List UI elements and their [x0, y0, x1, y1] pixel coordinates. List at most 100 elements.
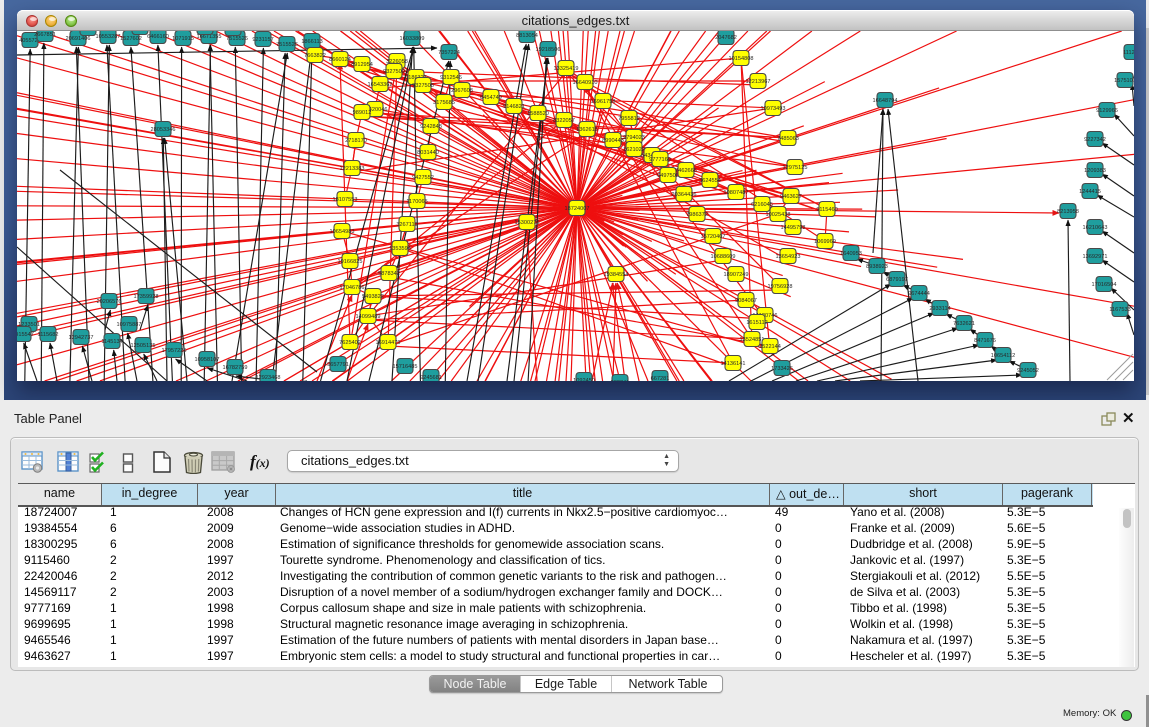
svg-text:8813054: 8813054 — [516, 33, 538, 39]
svg-text:10958107: 10958107 — [195, 357, 220, 363]
svg-text:7625402: 7625402 — [339, 340, 361, 346]
svg-text:9115460: 9115460 — [816, 207, 837, 213]
svg-text:982341: 982341 — [611, 380, 630, 381]
svg-text:7955812: 7955812 — [618, 116, 640, 122]
svg-text:1575107: 1575107 — [1114, 78, 1134, 84]
svg-text:12942737: 12942737 — [69, 335, 94, 341]
svg-text:14136141: 14136141 — [721, 361, 746, 367]
svg-text:8454749: 8454749 — [480, 95, 502, 101]
svg-text:7986372: 7986372 — [686, 212, 708, 218]
svg-text:10025438: 10025438 — [766, 212, 791, 218]
svg-text:8322057: 8322057 — [553, 118, 575, 124]
svg-text:10553287: 10553287 — [96, 34, 121, 40]
svg-text:19218506: 19218506 — [536, 47, 561, 53]
svg-text:16210643: 16210643 — [1083, 225, 1108, 231]
svg-text:2718170: 2718170 — [345, 138, 367, 144]
svg-text:2047682: 2047682 — [715, 35, 737, 41]
svg-text:7515526: 7515526 — [226, 36, 248, 42]
svg-text:9084067: 9084067 — [735, 298, 757, 304]
svg-text:96113: 96113 — [225, 31, 240, 32]
svg-text:13524851: 13524851 — [740, 337, 765, 343]
svg-text:9427552: 9427552 — [412, 175, 434, 181]
svg-text:1167533: 1167533 — [1109, 307, 1130, 313]
svg-text:15720407: 15720407 — [701, 234, 726, 240]
svg-text:16033809: 16033809 — [400, 36, 425, 42]
svg-text:12213383: 12213383 — [340, 166, 365, 172]
svg-text:7632621: 7632621 — [953, 321, 975, 327]
svg-text:1615112: 1615112 — [746, 320, 767, 326]
svg-text:13325419: 13325419 — [554, 66, 579, 72]
svg-text:12975125: 12975125 — [783, 165, 808, 171]
svg-text:8938923: 8938923 — [866, 264, 888, 270]
svg-text:1209383: 1209383 — [1084, 168, 1106, 174]
svg-text:667281: 667281 — [651, 376, 670, 381]
svg-text:15300275: 15300275 — [515, 220, 540, 226]
svg-text:10807487: 10807487 — [724, 190, 749, 196]
svg-text:9245052: 9245052 — [1017, 368, 1039, 374]
svg-text:10654112: 10654112 — [991, 353, 1015, 359]
svg-text:7357224: 7357224 — [438, 50, 460, 56]
svg-text:9794023: 9794023 — [623, 135, 645, 141]
svg-text:13692971: 13692971 — [1083, 254, 1108, 260]
svg-text:2522144: 2522144 — [759, 344, 781, 350]
svg-text:1353594: 1353594 — [389, 246, 411, 252]
svg-text:16914479: 16914479 — [376, 340, 401, 346]
svg-text:3267110: 3267110 — [396, 222, 417, 228]
svg-text:6216045: 6216045 — [751, 202, 773, 208]
svg-text:16640910: 16640910 — [573, 80, 598, 86]
svg-text:16961758: 16961758 — [591, 99, 616, 105]
svg-text:5878342: 5878342 — [378, 271, 400, 277]
svg-text:2967608: 2967608 — [451, 88, 473, 94]
svg-text:1071915: 1071915 — [172, 36, 194, 42]
svg-text:111274: 111274 — [1123, 50, 1134, 56]
svg-text:10975887: 10975887 — [117, 322, 142, 328]
svg-text:6466160: 6466160 — [147, 34, 169, 40]
svg-text:9227342: 9227342 — [1084, 137, 1106, 143]
svg-text:7462666: 7462666 — [675, 168, 697, 174]
svg-text:12505135: 12505135 — [131, 343, 156, 349]
svg-text:18107553: 18107553 — [333, 197, 358, 203]
svg-text:2933114: 2933114 — [929, 306, 950, 312]
svg-text:9129966: 9129966 — [1096, 108, 1118, 114]
svg-text:7485063: 7485063 — [777, 136, 799, 142]
svg-text:20364436: 20364436 — [672, 192, 697, 198]
svg-text:12923468: 12923468 — [256, 375, 281, 381]
svg-text:1244415: 1244415 — [1079, 189, 1101, 195]
svg-text:8912954: 8912954 — [351, 62, 373, 68]
svg-text:5493822: 5493822 — [362, 294, 384, 300]
svg-text:1866113: 1866113 — [301, 39, 322, 45]
svg-text:8031440: 8031440 — [417, 150, 439, 156]
svg-text:9312546: 9312546 — [440, 75, 462, 81]
svg-text:1145134: 1145134 — [101, 339, 122, 345]
svg-text:10973493: 10973493 — [761, 106, 786, 112]
svg-text:17359928: 17359928 — [134, 294, 159, 300]
svg-text:19756928: 19756928 — [768, 284, 793, 290]
svg-text:7515526: 7515526 — [276, 42, 298, 48]
svg-text:1733426: 1733426 — [771, 366, 793, 372]
svg-text:9146821: 9146821 — [503, 104, 525, 110]
svg-text:9674444: 9674444 — [908, 291, 930, 297]
svg-text:989012: 989012 — [353, 110, 372, 116]
svg-text:3624554: 3624554 — [699, 178, 721, 184]
svg-text:9327509: 9327509 — [383, 69, 405, 75]
svg-text:16782759: 16782759 — [223, 365, 248, 371]
svg-text:9657791: 9657791 — [327, 362, 349, 368]
svg-text:1069969: 1069969 — [814, 239, 836, 245]
svg-text:1170065: 1170065 — [406, 199, 427, 205]
svg-text:18907249: 18907249 — [724, 272, 749, 278]
svg-text:20206576: 20206576 — [97, 299, 122, 305]
svg-text:3175685: 3175685 — [433, 100, 455, 106]
svg-text:18724007: 18724007 — [565, 206, 590, 212]
svg-text:1092450: 1092450 — [573, 378, 595, 381]
svg-text:8990443: 8990443 — [602, 138, 624, 144]
svg-text:10688609: 10688609 — [711, 254, 736, 260]
svg-text:19166825: 19166825 — [338, 259, 363, 265]
svg-text:14495798: 14495798 — [781, 225, 806, 231]
svg-text:16543362: 16543362 — [368, 82, 393, 88]
svg-text:9777169: 9777169 — [649, 157, 671, 163]
svg-text:7663822: 7663822 — [304, 53, 326, 59]
svg-text:8131: 8131 — [82, 31, 94, 32]
svg-text:13654923: 13654923 — [776, 254, 801, 260]
svg-text:8660124: 8660124 — [329, 57, 351, 63]
svg-text:9463627: 9463627 — [780, 194, 802, 200]
